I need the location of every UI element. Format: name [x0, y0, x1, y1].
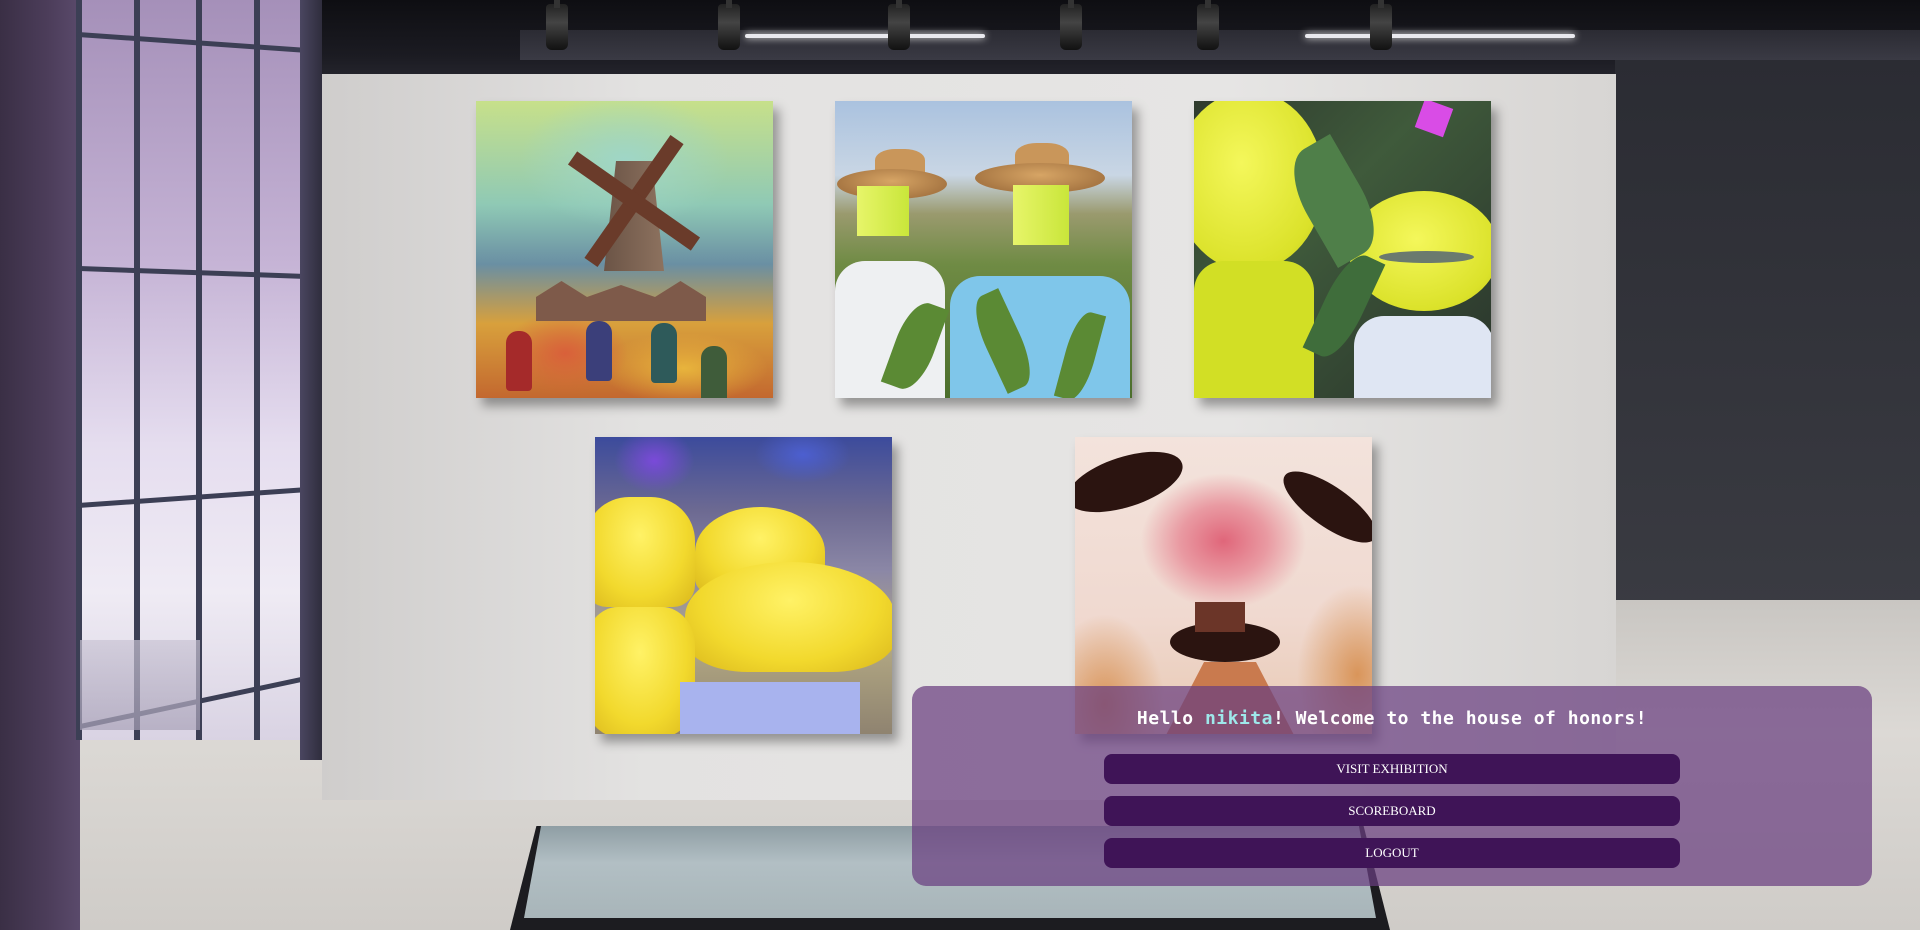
scoreboard-button[interactable]: SCOREBOARD — [1104, 796, 1680, 826]
welcome-suffix: ! Welcome to the house of honors! — [1272, 708, 1648, 729]
blue-figure — [680, 682, 860, 734]
magenta-shape — [1414, 101, 1454, 138]
figure — [701, 346, 727, 398]
wall-column — [300, 0, 322, 760]
figure — [586, 321, 612, 381]
gallery-scene: Hello nikita! Welcome to the house of ho… — [0, 0, 1920, 930]
spotlight — [888, 0, 910, 50]
face-cover — [1013, 185, 1069, 245]
welcome-message: Hello nikita! Welcome to the house of ho… — [912, 708, 1872, 729]
hat-band — [1379, 251, 1474, 263]
spotlight — [718, 0, 740, 50]
welcome-prefix: Hello — [1136, 708, 1205, 729]
black-hat — [1075, 439, 1190, 525]
window-frame — [254, 0, 260, 740]
spotlight — [1060, 0, 1082, 50]
logout-button[interactable]: LOGOUT — [1104, 838, 1680, 868]
visit-exhibition-button[interactable]: VISIT EXHIBITION — [1104, 754, 1680, 784]
ceiling-light-strip — [1305, 34, 1575, 38]
ceiling-light-strip — [745, 34, 985, 38]
spotlight — [1197, 0, 1219, 50]
back-wall-dark — [1615, 60, 1920, 610]
hat-crown — [1195, 602, 1245, 632]
person-white-shirt — [1354, 316, 1491, 398]
black-hat — [1273, 459, 1372, 555]
person-blue-shirt — [950, 276, 1130, 398]
artwork-yellow-hats-foliage[interactable] — [1194, 101, 1491, 398]
person-yellow-coat — [1194, 261, 1314, 398]
window-frame — [76, 0, 82, 740]
username: nikita — [1204, 708, 1273, 729]
spotlight — [546, 0, 568, 50]
yellow-hat — [685, 562, 892, 672]
left-wall — [0, 0, 80, 930]
figure — [506, 331, 532, 391]
artwork-yellow-hats-impressionist[interactable] — [595, 437, 892, 734]
window-frame — [196, 0, 202, 740]
artwork-windmill[interactable] — [476, 101, 773, 398]
window-frame — [134, 0, 140, 740]
face-cover — [857, 186, 909, 236]
yellow-hat — [595, 497, 695, 607]
village-roofs — [536, 281, 706, 321]
figure — [651, 323, 677, 383]
spotlight — [1370, 0, 1392, 50]
artwork-straw-hats[interactable] — [835, 101, 1132, 398]
city-skyline — [80, 640, 200, 730]
